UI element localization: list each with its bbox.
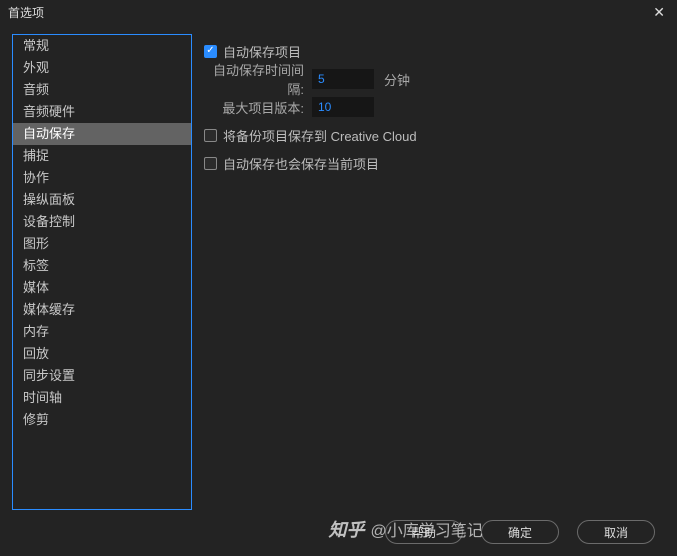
cancel-button[interactable]: 取消 (577, 520, 655, 544)
sidebar-item-graphics[interactable]: 图形 (13, 233, 191, 255)
input-interval[interactable] (312, 69, 374, 89)
footer-buttons: 帮助 确定 取消 (385, 520, 655, 544)
sidebar-item-general[interactable]: 常规 (13, 35, 191, 57)
row-save-current: 自动保存也会保存当前项目 (204, 152, 665, 174)
sidebar-item-control-surface[interactable]: 操纵面板 (13, 189, 191, 211)
label-save-current: 自动保存也会保存当前项目 (223, 154, 379, 173)
sidebar-item-playback[interactable]: 回放 (13, 343, 191, 365)
input-max-versions[interactable] (312, 97, 374, 117)
row-max-versions: 最大项目版本: (204, 96, 665, 118)
content-panel: 自动保存项目 自动保存时间间隔: 分钟 最大项目版本: 将备份项目保存到 Cre… (204, 34, 665, 514)
zhihu-logo-icon: 知乎 (329, 516, 365, 542)
label-autosave-enable: 自动保存项目 (223, 42, 301, 61)
checkbox-backup-cc[interactable] (204, 129, 217, 142)
checkbox-autosave-enable[interactable] (204, 45, 217, 58)
window-title: 首选项 (8, 4, 44, 21)
sidebar-item-sync-settings[interactable]: 同步设置 (13, 365, 191, 387)
row-backup-cc: 将备份项目保存到 Creative Cloud (204, 124, 665, 146)
sidebar-item-trim[interactable]: 修剪 (13, 409, 191, 431)
label-max-versions: 最大项目版本: (204, 98, 304, 117)
main-area: 常规 外观 音频 音频硬件 自动保存 捕捉 协作 操纵面板 设备控制 图形 标签… (0, 24, 677, 514)
row-interval: 自动保存时间间隔: 分钟 (204, 68, 665, 90)
unit-interval: 分钟 (384, 70, 410, 89)
label-interval: 自动保存时间间隔: (204, 60, 304, 98)
sidebar-item-labels[interactable]: 标签 (13, 255, 191, 277)
sidebar-item-audio[interactable]: 音频 (13, 79, 191, 101)
ok-button[interactable]: 确定 (481, 520, 559, 544)
sidebar-item-autosave[interactable]: 自动保存 (13, 123, 191, 145)
checkbox-save-current[interactable] (204, 157, 217, 170)
sidebar-item-media[interactable]: 媒体 (13, 277, 191, 299)
sidebar-item-audio-hardware[interactable]: 音频硬件 (13, 101, 191, 123)
label-backup-cc: 将备份项目保存到 Creative Cloud (223, 126, 417, 145)
sidebar-item-memory[interactable]: 内存 (13, 321, 191, 343)
help-button[interactable]: 帮助 (385, 520, 463, 544)
sidebar-item-collaboration[interactable]: 协作 (13, 167, 191, 189)
titlebar: 首选项 ✕ (0, 0, 677, 24)
sidebar: 常规 外观 音频 音频硬件 自动保存 捕捉 协作 操纵面板 设备控制 图形 标签… (12, 34, 192, 510)
sidebar-item-device-control[interactable]: 设备控制 (13, 211, 191, 233)
sidebar-item-timeline[interactable]: 时间轴 (13, 387, 191, 409)
row-autosave-enable: 自动保存项目 (204, 40, 665, 62)
sidebar-item-media-cache[interactable]: 媒体缓存 (13, 299, 191, 321)
sidebar-item-capture[interactable]: 捕捉 (13, 145, 191, 167)
close-icon[interactable]: ✕ (649, 4, 669, 21)
sidebar-item-appearance[interactable]: 外观 (13, 57, 191, 79)
